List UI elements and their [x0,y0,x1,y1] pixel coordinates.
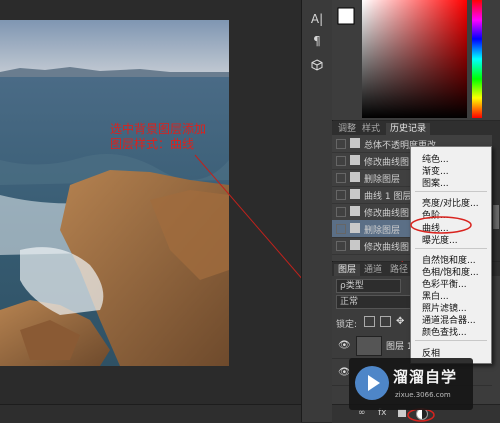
history-checkbox[interactable] [336,139,346,149]
menu-separator [415,191,487,192]
blend-mode-select[interactable]: 正常 [336,295,415,309]
history-checkbox[interactable] [336,156,346,166]
type-icon[interactable]: A| [307,10,327,28]
menu-item-color-lookup[interactable]: 颜色查找... [422,325,467,338]
mask-icon[interactable] [398,409,406,417]
lock-position-icon[interactable] [380,316,391,327]
watermark: 溜溜自学 zixue.3066.com [349,358,473,410]
eye-icon[interactable]: 👁 [338,340,351,351]
canvas-area[interactable]: 选中背景图层添加 图层样式：曲线 [0,0,426,423]
history-checkbox[interactable] [336,190,346,200]
tool-column: A| ¶ [301,0,333,422]
cube-icon[interactable] [307,58,327,76]
document-icon [350,172,360,182]
menu-item-pattern[interactable]: 图案... [422,176,449,189]
layer-filter-select[interactable]: ρ类型 [336,279,401,293]
color-picker-panel [332,0,500,120]
play-logo-icon [355,366,389,400]
paragraph-icon[interactable]: ¶ [307,32,327,50]
document-icon [350,155,360,165]
document-icon [350,138,360,148]
menu-separator [415,248,487,249]
watermark-url: zixue.3066.com [395,391,451,399]
tab-channels[interactable]: 通道 [360,264,386,276]
lock-label: 锁定: [336,320,358,330]
color-picker-field[interactable] [332,0,500,120]
tab-paths[interactable]: 路径 [386,264,412,276]
document-icon [350,189,360,199]
history-scroll-thumb[interactable] [493,205,499,229]
history-tabbar: 调整 样式 历史记录 [332,121,500,135]
document-icon [350,223,360,233]
lock-pixels-icon[interactable] [364,316,375,327]
history-checkbox[interactable] [336,224,346,234]
status-strip [0,404,301,423]
document-icon [350,240,360,250]
history-scrollbar[interactable] [492,135,500,261]
history-checkbox[interactable] [336,173,346,183]
adjustment-layer-menu: 纯色... 渐变... 图案... 亮度/对比度... 色阶... 曲线... … [410,146,492,364]
layer-name[interactable]: 图层 1 [386,339,413,352]
menu-separator [415,340,487,341]
move-icon[interactable]: ✥ [396,316,404,327]
layer-thumbnail [356,336,382,356]
watermark-title: 溜溜自学 [393,368,458,386]
tab-styles[interactable]: 样式 [358,123,384,135]
curves-highlight-ellipse [410,216,472,234]
tab-adjustments[interactable]: 调整 [334,123,360,135]
document-icon [350,206,360,216]
history-checkbox[interactable] [336,207,346,217]
history-checkbox[interactable] [336,241,346,251]
tab-layers[interactable]: 图层 [334,264,361,276]
tab-history[interactable]: 历史记录 [386,123,431,135]
